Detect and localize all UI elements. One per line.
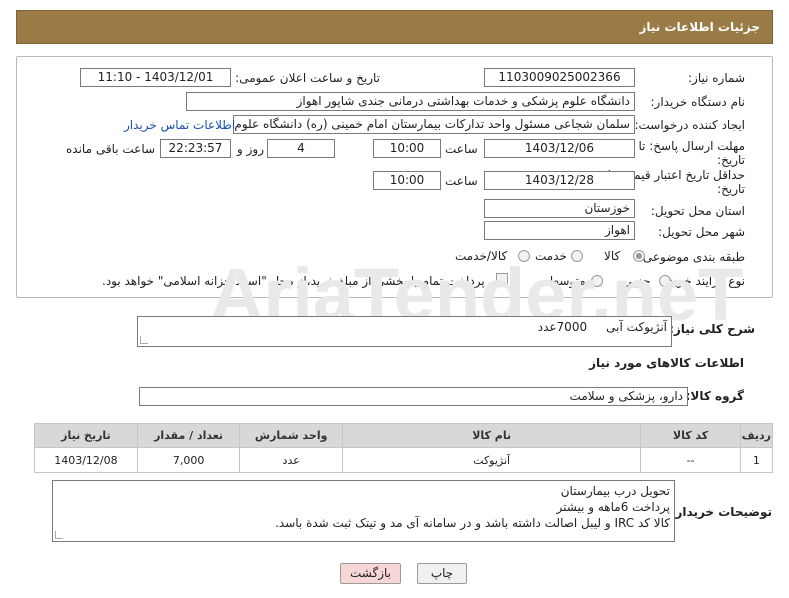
days-remaining-field[interactable]: 4 (267, 139, 335, 158)
deadline-label: مهلت ارسال پاسخ: تا (638, 139, 745, 153)
category-goods-radio[interactable] (633, 250, 645, 262)
province-label: استان محل تحویل: (650, 204, 745, 218)
table-header-row: ردیف کد کالا نام کالا واحد شمارش تعداد /… (34, 423, 774, 448)
col-date-header: تاریخ نیاز (34, 423, 138, 448)
resize-handle-icon[interactable] (140, 336, 148, 344)
buyer-org-label: نام دستگاه خریدار: (650, 95, 746, 109)
goods-group-label: گروه کالا: (685, 389, 744, 403)
category-service-label: خدمت (535, 249, 567, 263)
buyer-notes-label: توضیحات خریدار: (670, 505, 772, 519)
cell-row: 1 (739, 447, 774, 473)
announce-field[interactable]: 1403/12/01 - 11:10 (80, 68, 231, 87)
goods-info-title: اطلاعات کالاهای مورد نیاز (589, 356, 744, 370)
category-both-radio[interactable] (518, 250, 530, 262)
page-title: جزئیات اطلاعات نیاز (639, 20, 760, 34)
cell-code: -- (640, 447, 741, 473)
buyer-notes-line: تحویل درب بیمارستان (560, 484, 670, 498)
remaining-time-field[interactable]: 22:23:57 (160, 139, 231, 158)
purchase-partial-label: جزیی (623, 274, 651, 288)
buyer-contact-link[interactable]: اطلاعات تماس خریدار (124, 118, 235, 132)
buyer-notes-line: پرداخت 6ماهه و بیشتر (556, 500, 670, 514)
summary-textarea[interactable]: آنژیوکت آبی 7000عدد (137, 316, 672, 347)
deadline-time-field[interactable]: 10:00 (373, 139, 441, 158)
col-name-header: نام کالا (341, 423, 642, 448)
category-goods-label: کالا (604, 249, 621, 263)
validity-time-label: ساعت (445, 174, 478, 188)
cell-quantity: 7,000 (136, 447, 241, 473)
deadline-time-label: ساعت (445, 142, 478, 156)
print-button[interactable]: چاپ (417, 563, 467, 584)
purchase-type-label: نوع فرآیند خرید : (660, 274, 745, 288)
days-label: روز و (237, 142, 264, 156)
announce-label: تاریخ و ساعت اعلان عمومی: (235, 71, 380, 85)
col-code-header: کد کالا (640, 423, 741, 448)
validity-label-2: تاریخ: (717, 182, 745, 196)
creator-field[interactable]: سلمان شجاعی مسئول واحد تدارکات بیمارستان… (233, 115, 635, 134)
deadline-label-2: تاریخ: (717, 153, 745, 167)
summary-text: آنژیوکت آبی 7000عدد (537, 320, 667, 334)
need-number-field[interactable]: 1103009025002366 (484, 68, 635, 87)
col-quantity-header: تعداد / مقدار (136, 423, 241, 448)
category-both-label: کالا/خدمت (455, 249, 508, 263)
buyer-notes-textarea[interactable]: تحویل درب بیمارستان پرداخت 6ماهه و بیشتر… (52, 480, 675, 542)
buyer-org-field[interactable]: دانشگاه علوم پزشکی و خدمات بهداشتی درمان… (186, 92, 635, 111)
creator-label: ایجاد کننده درخواست: (634, 118, 745, 132)
deadline-date-field[interactable]: 1403/12/06 (484, 139, 635, 158)
category-label: طبقه بندی موضوعی: (638, 250, 745, 264)
remaining-label: ساعت باقی مانده (66, 142, 156, 156)
summary-label: شرح کلی نیاز: (669, 322, 755, 336)
page-header: جزئیات اطلاعات نیاز (16, 10, 773, 44)
goods-group-field[interactable]: دارو، پزشکی و سلامت (139, 387, 688, 406)
city-label: شهر محل تحویل: (658, 225, 745, 239)
city-field[interactable]: اهواز (484, 221, 635, 240)
goods-table: ردیف کد کالا نام کالا واحد شمارش تعداد /… (34, 423, 774, 473)
treasury-payment-checkbox[interactable] (496, 273, 508, 285)
col-unit-header: واحد شمارش (239, 423, 343, 448)
back-button[interactable]: بازگشت (340, 563, 401, 584)
treasury-payment-note: پرداخت تمام یا بخشی از مبلغ خرید،از محل … (102, 274, 485, 288)
validity-date-field[interactable]: 1403/12/28 (484, 171, 635, 190)
col-row-header: ردیف (739, 423, 774, 448)
buyer-notes-line: کالا کد IRC و لیبل اصالت داشته باشد و در… (275, 516, 670, 530)
purchase-medium-radio[interactable] (591, 275, 603, 287)
resize-handle-icon[interactable] (55, 531, 63, 539)
cell-unit: عدد (239, 447, 343, 473)
purchase-medium-label: متوسط (548, 274, 586, 288)
table-row[interactable]: 1 -- آنژیوکت عدد 7,000 1403/12/08 (34, 447, 774, 473)
purchase-partial-radio[interactable] (659, 275, 671, 287)
category-service-radio[interactable] (571, 250, 583, 262)
cell-date: 1403/12/08 (34, 447, 138, 473)
validity-time-field[interactable]: 10:00 (373, 171, 441, 190)
cell-name: آنژیوکت (341, 447, 642, 473)
province-field[interactable]: خوزستان (484, 199, 635, 218)
need-number-label: شماره نیاز: (688, 71, 745, 85)
